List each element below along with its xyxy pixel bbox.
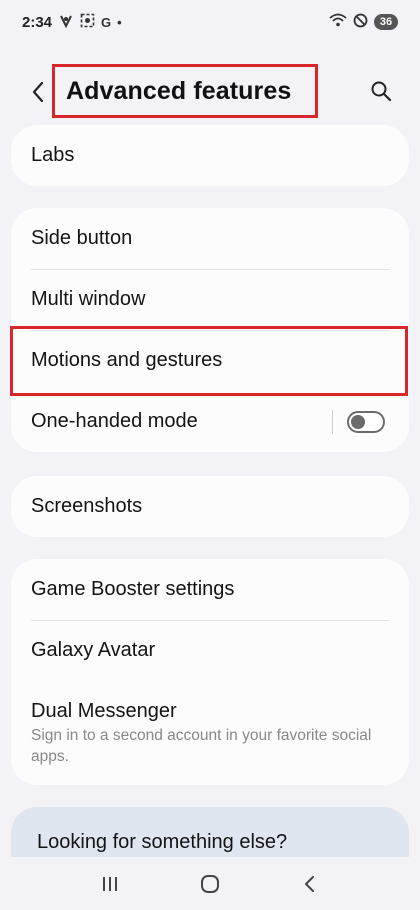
apps-card: Game Booster settings Galaxy Avatar Dual… xyxy=(11,559,409,785)
looking-label: Looking for something else? xyxy=(37,831,288,853)
toggle-knob xyxy=(351,414,365,429)
game-booster-label: Game Booster settings xyxy=(31,578,235,600)
wifi-icon xyxy=(329,13,347,31)
one-handed-toggle-wrap xyxy=(332,409,385,434)
one-handed-mode-toggle[interactable] xyxy=(347,410,385,433)
motions-gestures-label: Motions and gestures xyxy=(31,349,223,371)
nav-back-button[interactable] xyxy=(290,864,330,904)
status-bar: 2:34 G • 36 xyxy=(0,0,420,44)
dual-messenger-label: Dual Messenger xyxy=(31,699,177,722)
screenshots-item[interactable]: Screenshots xyxy=(11,476,409,537)
home-icon xyxy=(201,874,219,893)
features-card: Side button Multi window Motions and ges… xyxy=(11,208,409,452)
screenshots-card: Screenshots xyxy=(11,476,409,537)
back-icon xyxy=(305,875,314,892)
status-time: 2:34 xyxy=(22,13,53,31)
motions-gestures-item[interactable]: Motions and gestures xyxy=(11,330,409,391)
google-icon: G xyxy=(101,14,112,30)
galaxy-avatar-item[interactable]: Galaxy Avatar xyxy=(11,620,409,681)
navigation-bar xyxy=(0,857,420,910)
voicemail-icon xyxy=(58,14,74,31)
labs-label: Labs xyxy=(31,144,75,166)
one-handed-mode-item[interactable]: One-handed mode xyxy=(11,391,409,452)
multi-window-label: Multi window xyxy=(31,288,146,310)
chevron-left-icon xyxy=(32,81,44,103)
recents-button[interactable] xyxy=(90,864,130,904)
labs-card: Labs xyxy=(11,125,409,186)
status-right: 36 xyxy=(329,13,398,32)
status-left: 2:34 G • xyxy=(22,13,122,31)
one-handed-mode-label: One-handed mode xyxy=(31,410,198,432)
recents-icon xyxy=(103,876,117,891)
game-booster-item[interactable]: Game Booster settings xyxy=(11,559,409,620)
back-button[interactable] xyxy=(24,78,52,106)
dual-messenger-description: Sign in to a second account in your favo… xyxy=(31,726,372,765)
page-title: Advanced features xyxy=(66,76,292,105)
dual-messenger-item[interactable]: Dual Messenger Sign in to a second accou… xyxy=(11,681,409,785)
search-icon xyxy=(371,81,392,102)
side-button-item[interactable]: Side button xyxy=(11,208,409,269)
header: Advanced features xyxy=(0,64,420,118)
multi-window-item[interactable]: Multi window xyxy=(11,269,409,330)
screenshots-label: Screenshots xyxy=(31,495,143,517)
home-button[interactable] xyxy=(190,864,230,904)
do-not-disturb-icon xyxy=(353,13,368,32)
battery-indicator: 36 xyxy=(374,14,398,30)
search-button[interactable] xyxy=(368,78,394,104)
toggle-divider xyxy=(332,409,333,434)
screen-capture-icon xyxy=(80,13,95,31)
side-button-label: Side button xyxy=(31,227,133,249)
page-title-box: Advanced features xyxy=(52,64,318,118)
labs-item[interactable]: Labs xyxy=(11,125,409,186)
notification-dot: • xyxy=(117,14,122,30)
galaxy-avatar-label: Galaxy Avatar xyxy=(31,639,156,661)
